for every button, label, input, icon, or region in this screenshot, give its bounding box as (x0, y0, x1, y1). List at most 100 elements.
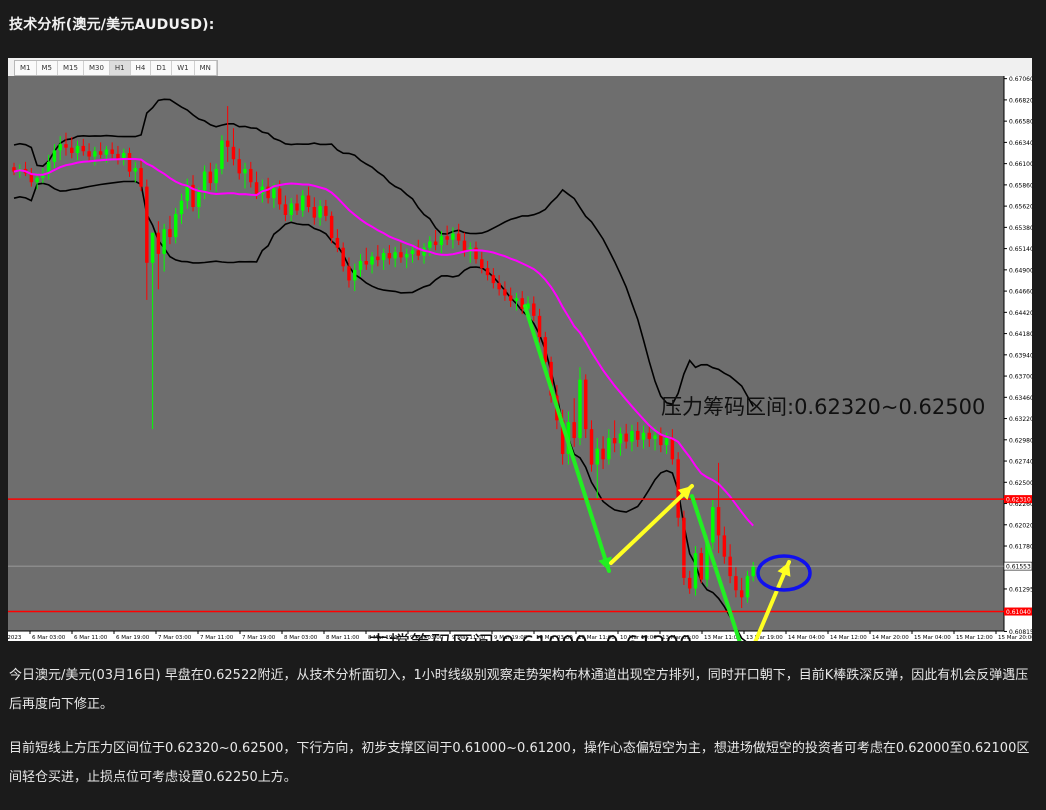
candle-body[interactable] (572, 422, 576, 439)
candle-body[interactable] (618, 433, 623, 444)
timeframe-button-m1[interactable]: M1 (15, 61, 37, 75)
price-chart[interactable]: 0.67060 0.66820 0.66580 0.66340 0.66100 0.658… (8, 76, 1032, 641)
candle-body[interactable] (711, 507, 715, 543)
timeframe-button-mn[interactable]: MN (195, 61, 217, 75)
candle-body[interactable] (393, 252, 397, 259)
candle-body[interactable] (277, 188, 282, 205)
candle-body[interactable] (306, 195, 311, 208)
candle-body[interactable] (237, 159, 241, 174)
candle-body[interactable] (318, 206, 322, 218)
candle-body[interactable] (87, 151, 91, 157)
candle-body[interactable] (295, 203, 299, 211)
candle-body[interactable] (601, 448, 605, 460)
candle-body[interactable] (173, 214, 178, 238)
candle-body[interactable] (75, 145, 80, 154)
candle-body[interactable] (139, 168, 143, 187)
candle-body[interactable] (722, 535, 727, 557)
candle-body[interactable] (745, 576, 750, 598)
candle-body[interactable] (145, 186, 149, 263)
candle-body[interactable] (58, 144, 62, 151)
candle-body[interactable] (301, 195, 305, 211)
candle-body[interactable] (243, 168, 247, 174)
timeframe-button-m30[interactable]: M30 (84, 61, 110, 75)
candle-body[interactable] (35, 177, 39, 183)
candle-body[interactable] (162, 229, 166, 254)
candle-body[interactable] (104, 149, 109, 155)
candle-body[interactable] (589, 429, 594, 465)
candle-body[interactable] (168, 229, 172, 238)
candle-body[interactable] (399, 252, 403, 258)
candle-body[interactable] (127, 153, 132, 172)
candle-body[interactable] (659, 435, 663, 446)
candle-body[interactable] (676, 459, 680, 518)
candle-body[interactable] (647, 432, 652, 439)
candle-body[interactable] (249, 168, 253, 183)
candle-body[interactable] (364, 261, 369, 265)
candle-body[interactable] (584, 379, 588, 430)
candle-body[interactable] (739, 590, 744, 598)
candle-body[interactable] (439, 236, 444, 246)
candle-body[interactable] (272, 188, 276, 199)
candle-body[interactable] (693, 553, 698, 589)
candle-body[interactable] (353, 269, 357, 281)
candle-body[interactable] (150, 232, 155, 263)
candle-body[interactable] (347, 266, 351, 281)
candle-body[interactable] (653, 435, 657, 439)
candle-body[interactable] (220, 140, 224, 169)
candle-body[interactable] (208, 171, 213, 184)
candle-body[interactable] (214, 168, 218, 184)
candle-body[interactable] (612, 438, 617, 444)
candle-body[interactable] (370, 256, 374, 265)
candle-body[interactable] (335, 237, 340, 248)
candle-body[interactable] (410, 250, 415, 254)
timeframe-button-w1[interactable]: W1 (172, 61, 195, 75)
candle-body[interactable] (283, 204, 288, 215)
candle-body[interactable] (630, 430, 634, 442)
candle-body[interactable] (497, 283, 501, 290)
candle-body[interactable] (456, 233, 461, 241)
timeframe-button-d1[interactable]: D1 (151, 61, 173, 75)
candle-body[interactable] (110, 149, 114, 154)
candle-body[interactable] (52, 150, 57, 162)
candle-body[interactable] (716, 507, 721, 536)
candle-body[interactable] (641, 432, 646, 440)
candle-body[interactable] (445, 236, 449, 240)
candle-body[interactable] (98, 151, 103, 155)
candle-body[interactable] (376, 256, 380, 261)
candle-body[interactable] (93, 151, 97, 157)
candle-body[interactable] (491, 275, 496, 284)
candle-body[interactable] (70, 147, 74, 154)
candle-body[interactable] (532, 303, 536, 316)
candle-body[interactable] (451, 233, 455, 240)
candle-body[interactable] (312, 207, 317, 218)
candle-body[interactable] (381, 253, 386, 261)
candle-body[interactable] (485, 268, 490, 276)
candle-body[interactable] (81, 145, 86, 152)
candle-body[interactable] (734, 576, 738, 591)
candle-body[interactable] (225, 140, 230, 147)
candle-body[interactable] (179, 200, 184, 215)
candle-body[interactable] (324, 206, 328, 216)
candle-body[interactable] (156, 232, 161, 254)
candle-body[interactable] (514, 298, 519, 301)
candle-body[interactable] (682, 517, 686, 578)
candle-body[interactable] (635, 430, 640, 440)
candle-body[interactable] (133, 168, 138, 172)
candle-body[interactable] (595, 448, 600, 465)
timeframe-button-h4[interactable]: H4 (131, 61, 152, 75)
candle-body[interactable] (607, 438, 611, 460)
candle-body[interactable] (537, 315, 542, 338)
candle-body[interactable] (687, 577, 692, 589)
candle-body[interactable] (341, 247, 345, 267)
candle-body[interactable] (358, 261, 363, 270)
candle-body[interactable] (664, 438, 669, 446)
candle-body[interactable] (624, 433, 628, 442)
candle-body[interactable] (508, 295, 513, 301)
candle-body[interactable] (670, 438, 675, 460)
candle-body[interactable] (231, 146, 236, 160)
candle-body[interactable] (503, 289, 507, 296)
candle-body[interactable] (197, 191, 201, 208)
candle-body[interactable] (387, 253, 392, 259)
timeframe-button-h1[interactable]: H1 (109, 61, 131, 75)
candle-body[interactable] (543, 337, 548, 362)
